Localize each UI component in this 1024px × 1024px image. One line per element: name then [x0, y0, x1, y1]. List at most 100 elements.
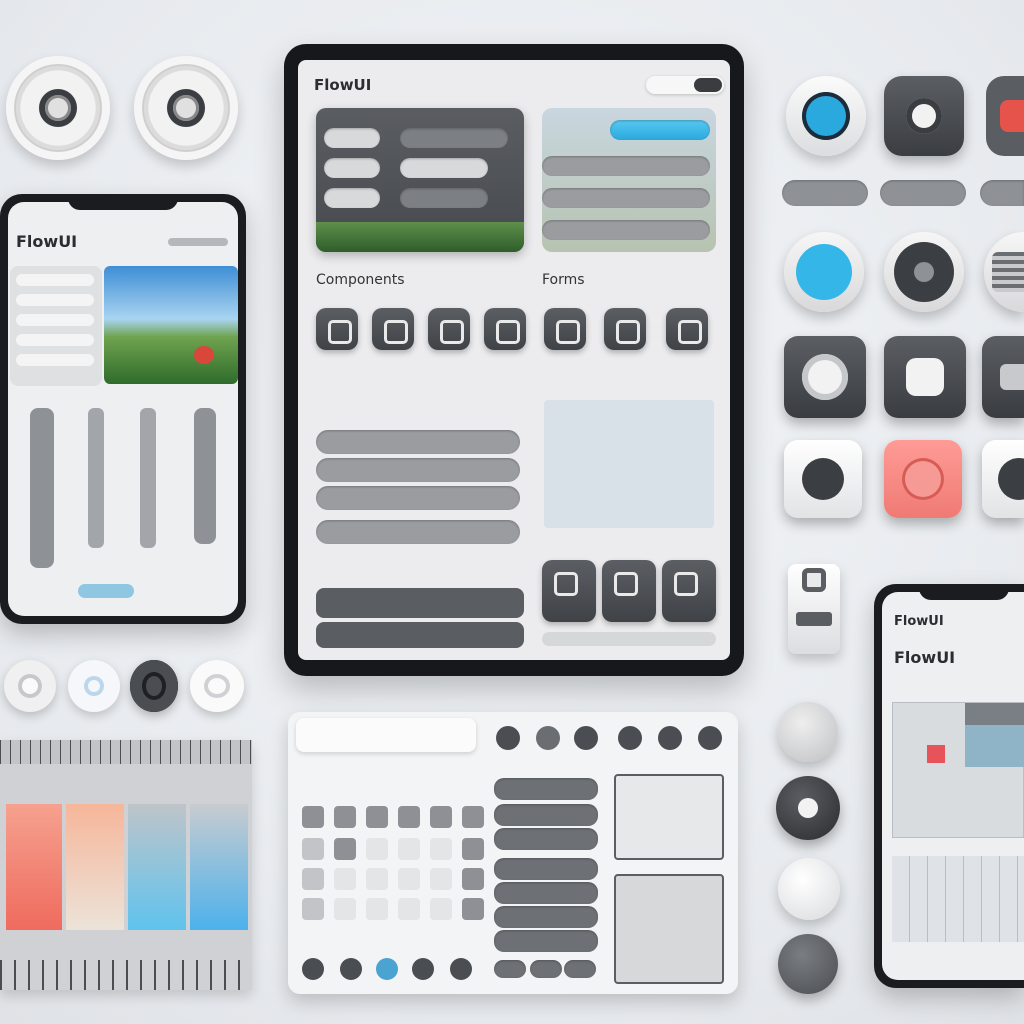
square-button[interactable] — [982, 336, 1024, 418]
chip-button[interactable] — [782, 180, 868, 206]
form-button[interactable] — [544, 308, 586, 350]
square-button-red[interactable] — [986, 76, 1024, 156]
chip-button[interactable] — [980, 180, 1024, 206]
dark-panel-pill[interactable] — [324, 158, 380, 178]
menu-pill[interactable] — [494, 882, 598, 904]
toggle-icon — [802, 354, 848, 400]
light-button[interactable] — [784, 440, 862, 518]
menu-pill[interactable] — [494, 906, 598, 928]
bottom-toolbar[interactable] — [316, 588, 524, 618]
slider-track[interactable] — [30, 408, 54, 568]
phone-left-toolbar — [168, 238, 228, 246]
dark-panel-pill[interactable] — [324, 188, 380, 208]
chip-button[interactable] — [880, 180, 966, 206]
control-pill[interactable] — [494, 960, 526, 978]
section-components: Components — [316, 272, 405, 288]
square-button[interactable] — [884, 336, 966, 418]
dot-button[interactable] — [618, 726, 642, 750]
dot-button[interactable] — [496, 726, 520, 750]
component-button[interactable] — [428, 308, 470, 350]
control-dot[interactable] — [412, 958, 434, 980]
light-button[interactable] — [982, 440, 1024, 518]
menu-item[interactable] — [16, 314, 94, 326]
keypad[interactable] — [302, 806, 484, 946]
dot-button[interactable] — [698, 726, 722, 750]
action-button[interactable] — [662, 560, 716, 622]
red-button[interactable] — [884, 440, 962, 518]
bottom-panel-header[interactable] — [296, 718, 476, 752]
control-dot[interactable] — [450, 958, 472, 980]
control-dot-active[interactable] — [376, 958, 398, 980]
phone-right-grid[interactable] — [892, 856, 1024, 942]
action-button[interactable] — [542, 560, 596, 622]
orb-button-dark[interactable] — [776, 776, 840, 840]
menu-item[interactable] — [16, 334, 94, 346]
dot-button[interactable] — [536, 726, 560, 750]
slider-stick[interactable] — [140, 408, 156, 548]
action-button[interactable] — [602, 560, 656, 622]
form-field[interactable] — [542, 188, 710, 208]
swatch-blue[interactable] — [128, 804, 186, 930]
form-field[interactable] — [542, 156, 710, 176]
menu-item[interactable] — [16, 354, 94, 366]
form-button[interactable] — [604, 308, 646, 350]
component-button[interactable] — [316, 308, 358, 350]
form-field[interactable] — [542, 220, 710, 240]
component-button[interactable] — [484, 308, 526, 350]
list-row[interactable] — [316, 486, 520, 510]
tablet-search[interactable] — [646, 76, 724, 94]
dark-panel-input[interactable] — [400, 128, 508, 148]
fan-knob-left[interactable] — [6, 56, 110, 160]
calendar-grid[interactable] — [544, 400, 714, 528]
ring-button[interactable] — [190, 660, 244, 712]
round-button-blue-large[interactable] — [784, 232, 864, 312]
square-button-dark[interactable] — [884, 76, 964, 156]
dot-button[interactable] — [658, 726, 682, 750]
slider-track[interactable] — [194, 408, 216, 544]
menu-pill[interactable] — [494, 930, 598, 952]
control-pill[interactable] — [530, 960, 562, 978]
primary-button[interactable] — [610, 120, 710, 140]
square-button[interactable] — [784, 336, 866, 418]
menu-pill[interactable] — [494, 778, 598, 800]
power-icon — [796, 244, 852, 300]
orb-button[interactable] — [778, 702, 838, 762]
control-pill[interactable] — [564, 960, 596, 978]
phone-right-panel[interactable] — [892, 702, 1024, 838]
orb-button-light[interactable] — [778, 858, 840, 920]
swatch-peach[interactable] — [66, 804, 124, 930]
swatch-red[interactable] — [6, 804, 62, 930]
dark-panel-input[interactable] — [400, 158, 488, 178]
camera-device[interactable] — [788, 564, 840, 654]
toggle-icon[interactable] — [694, 78, 722, 92]
slider-stick[interactable] — [88, 408, 104, 548]
control-dot[interactable] — [302, 958, 324, 980]
menu-item[interactable] — [16, 294, 94, 306]
dark-panel-pill[interactable] — [324, 128, 380, 148]
menu-pill[interactable] — [494, 828, 598, 850]
round-button-blue[interactable] — [786, 76, 866, 156]
ring-button-dark[interactable] — [130, 660, 178, 712]
ring-button[interactable] — [68, 660, 120, 712]
list-row[interactable] — [316, 520, 520, 544]
dot-button[interactable] — [574, 726, 598, 750]
preview-card[interactable] — [614, 774, 724, 860]
preview-card[interactable] — [614, 874, 724, 984]
list-row[interactable] — [316, 430, 520, 454]
home-indicator[interactable] — [78, 584, 134, 598]
round-button-dark[interactable] — [884, 232, 964, 312]
component-button[interactable] — [372, 308, 414, 350]
grille-button[interactable] — [984, 232, 1024, 312]
control-dot[interactable] — [340, 958, 362, 980]
bottom-toolbar[interactable] — [316, 622, 524, 648]
menu-pill[interactable] — [494, 804, 598, 826]
dark-panel-input[interactable] — [400, 188, 488, 208]
swatch-sky[interactable] — [190, 804, 248, 930]
menu-item[interactable] — [16, 274, 94, 286]
menu-pill[interactable] — [494, 858, 598, 880]
form-button[interactable] — [666, 308, 708, 350]
ring-button[interactable] — [4, 660, 56, 712]
fan-knob-right[interactable] — [134, 56, 238, 160]
orb-button-grey[interactable] — [778, 934, 838, 994]
list-row[interactable] — [316, 458, 520, 482]
